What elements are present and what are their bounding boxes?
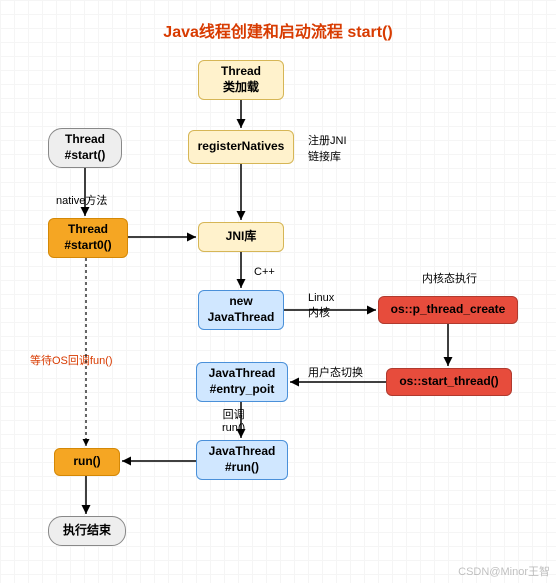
label-user-switch: 用户态切换 [308,364,363,380]
node-register-natives: registerNatives [188,130,294,164]
node-jni-lib: JNI库 [198,222,284,252]
label-text: Linux [308,292,334,304]
node-text: JavaThread [208,310,275,326]
node-text: os::p_thread_create [391,302,506,318]
node-text: 执行结束 [63,523,111,539]
node-thread-start: Thread #start() [48,128,122,168]
node-text: #start0() [64,238,111,254]
node-text: Thread [221,64,261,80]
node-text: Thread [65,132,105,148]
diagram-title: Java线程创建和启动流程 start() [0,18,556,42]
label-linux-kernel: Linux 内核 [308,292,334,320]
node-text: #run() [225,460,259,476]
node-text: #entry_poit [210,382,275,398]
node-text: JavaThread [209,444,276,460]
node-jt-run: JavaThread #run() [196,440,288,480]
node-run: run() [54,448,120,476]
label-text: run() [222,422,245,434]
label-kernel-exec: 内核态执行 [422,270,477,286]
node-text: run() [73,454,100,470]
label-callback: 回调 run() [222,406,245,434]
node-text: registerNatives [198,139,285,155]
node-text: 类加载 [223,80,259,96]
label-text: 回调 [222,406,245,422]
label-cpp: C++ [254,266,275,278]
node-thread-start0: Thread #start0() [48,218,128,258]
node-end: 执行结束 [48,516,126,546]
node-os-start: os::start_thread() [386,368,512,396]
label-wait-os: 等待OS回调fun() [30,352,113,368]
watermark: CSDN@Minor王智 [458,563,550,579]
node-thread-class-load: Thread 类加载 [198,60,284,100]
label-text: 链接库 [308,148,347,164]
node-text: Thread [68,222,108,238]
node-text: os::start_thread() [399,374,498,390]
label-text: 内核 [308,304,334,320]
label-native-method: native方法 [56,192,107,208]
label-text: 注册JNI [308,132,347,148]
node-jt-entry: JavaThread #entry_poit [196,362,288,402]
node-text: JavaThread [209,366,276,382]
node-text: new [229,294,252,310]
node-os-create: os::p_thread_create [378,296,518,324]
node-new-javathread: new JavaThread [198,290,284,330]
node-text: #start() [65,148,106,164]
node-text: JNI库 [226,229,257,245]
label-register-jni: 注册JNI 链接库 [308,132,347,164]
